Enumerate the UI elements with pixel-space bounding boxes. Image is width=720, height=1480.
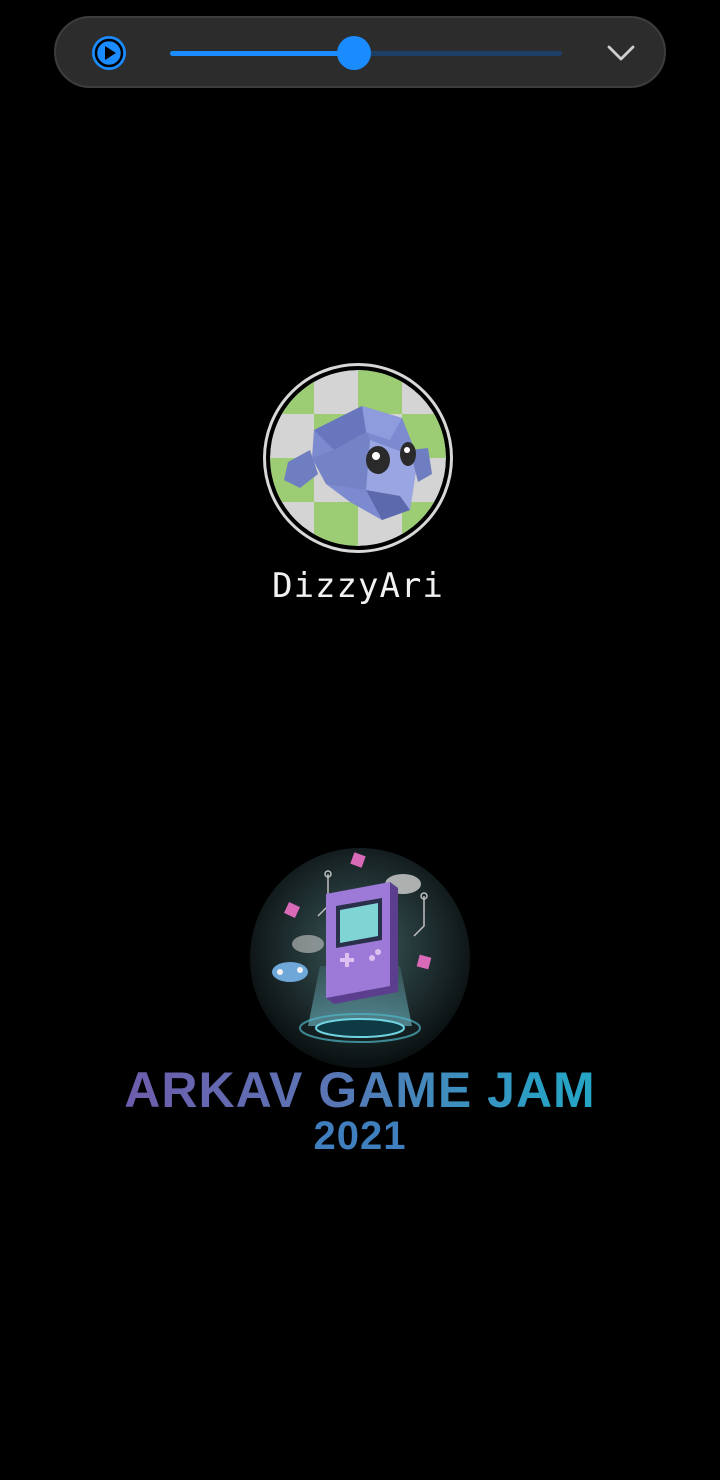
avatar[interactable] — [263, 363, 453, 553]
game-jam-emblem — [248, 846, 472, 1070]
username: DizzyAri — [272, 566, 444, 606]
handheld-console-emblem-icon — [250, 848, 470, 1068]
collapse-button[interactable] — [606, 40, 636, 66]
media-player-bar — [54, 16, 666, 88]
seek-bar[interactable] — [170, 36, 562, 70]
seek-thumb[interactable] — [337, 36, 372, 70]
logo-year: 2021 — [313, 1114, 407, 1158]
seek-progress — [170, 51, 355, 56]
logo-title: ARKAV GAME JAM — [0, 1060, 720, 1120]
play-button[interactable] — [92, 36, 126, 70]
chevron-down-icon — [607, 45, 635, 61]
monkey-head-avatar-icon — [270, 370, 446, 546]
play-icon — [94, 38, 124, 68]
